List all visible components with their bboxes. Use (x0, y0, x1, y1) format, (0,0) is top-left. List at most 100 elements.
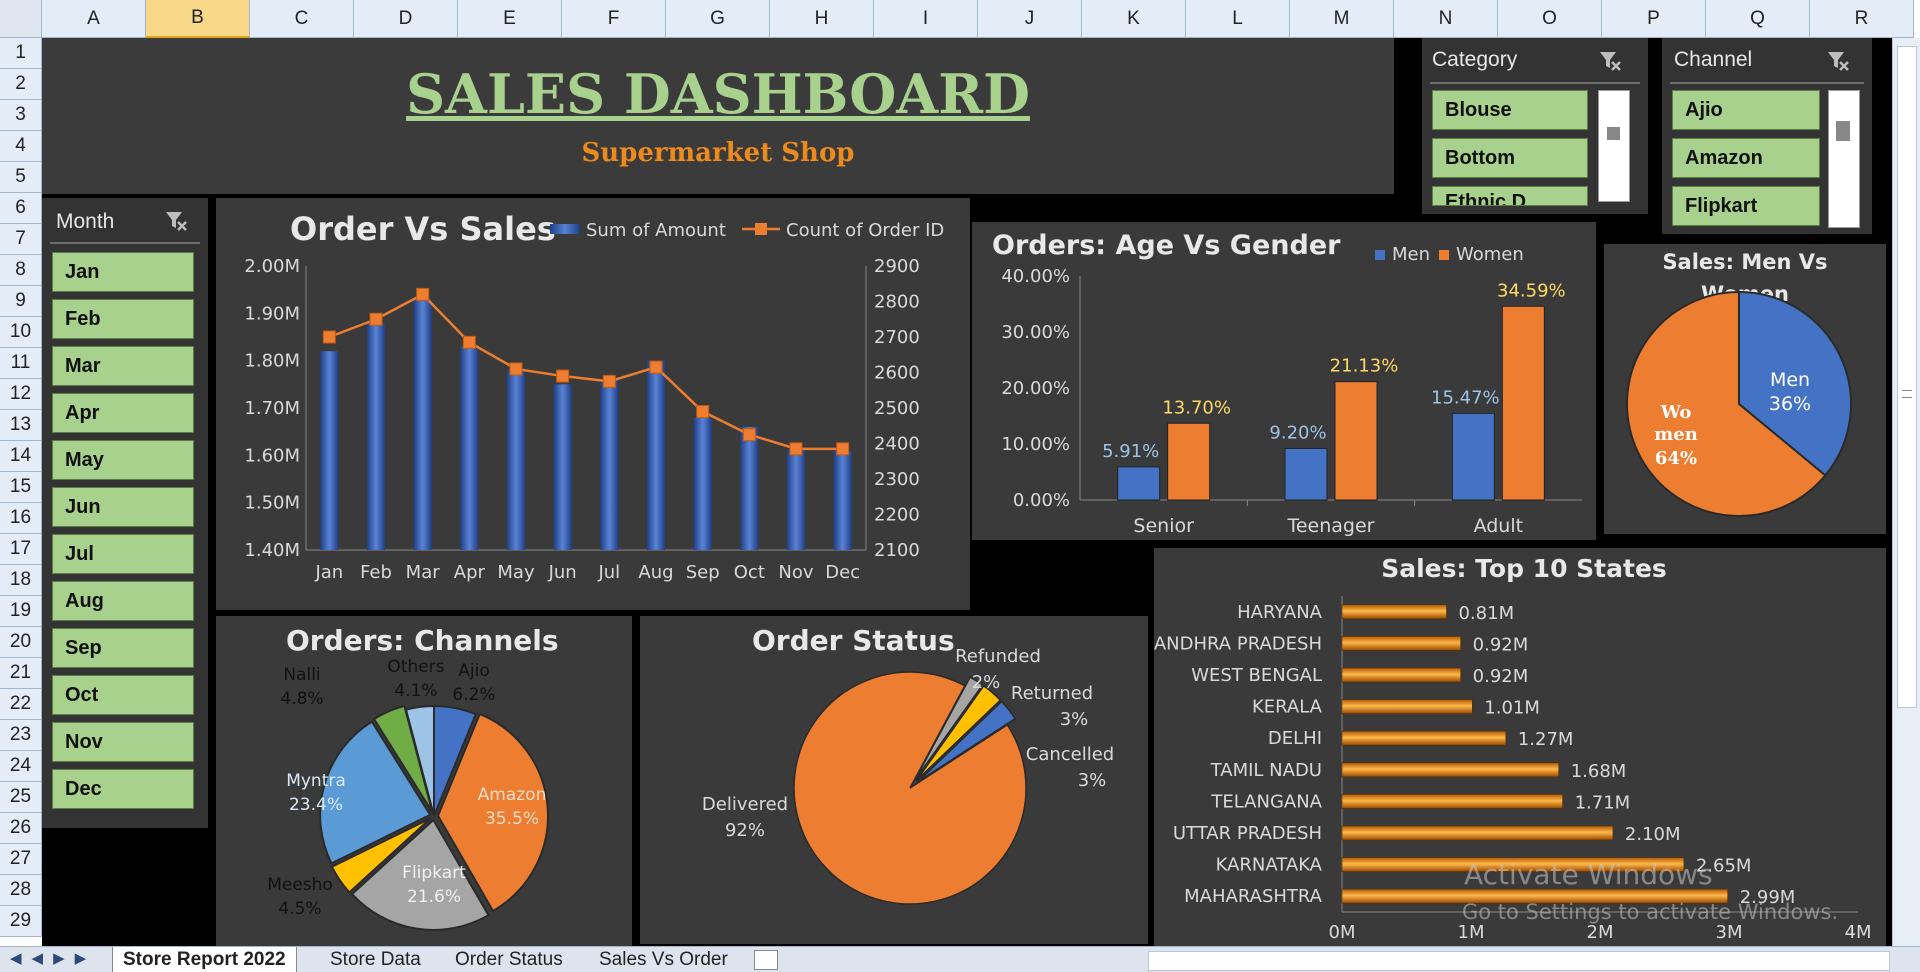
orders-channels-pie: Ajio 6.2% Amazon 35.5% Flipkart 21.6% Meesho 4.… (267, 657, 549, 931)
row-header[interactable]: 4 (0, 131, 42, 162)
row-header[interactable]: 13 (0, 410, 42, 441)
tab-sales-vs-order[interactable]: Sales Vs Order (589, 947, 738, 972)
tab-store-report-2022[interactable]: Store Report 2022 (112, 947, 297, 972)
column-header[interactable]: J (978, 0, 1082, 38)
column-header[interactable]: G (666, 0, 770, 38)
pie-label: Amazon (478, 785, 547, 805)
column-header[interactable]: H (770, 0, 874, 38)
slicer-item-may[interactable]: May (52, 440, 194, 480)
channel-slicer: Channel Ajio Amazon Flipkart (1662, 38, 1872, 234)
row-header[interactable]: 21 (0, 658, 42, 689)
x-tick-label: Aug (638, 562, 673, 583)
column-header[interactable]: C (250, 0, 354, 38)
tab-store-data[interactable]: Store Data (320, 947, 431, 972)
row-header[interactable]: 15 (0, 472, 42, 503)
pie-label: Ajio (458, 661, 489, 681)
select-all-corner[interactable] (0, 0, 42, 38)
row-header[interactable]: 19 (0, 596, 42, 627)
data-label: 2.10M (1625, 824, 1681, 845)
y2-tick-label: 2800 (874, 292, 920, 313)
column-header[interactable]: A (42, 0, 146, 38)
slicer-item-ethnic-dress[interactable]: Ethnic D (1432, 186, 1588, 206)
slicer-item-oct[interactable]: Oct (52, 675, 194, 715)
slicer-item-flipkart[interactable]: Flipkart (1672, 186, 1820, 226)
insert-sheet-icon[interactable] (754, 950, 778, 970)
row-header[interactable]: 18 (0, 565, 42, 596)
column-header[interactable]: D (354, 0, 458, 38)
clear-filter-icon[interactable] (164, 210, 188, 232)
slicer-item-mar[interactable]: Mar (52, 346, 194, 386)
slicer-scrollbar[interactable] (1598, 90, 1630, 202)
column-header[interactable]: N (1394, 0, 1498, 38)
row-header[interactable]: 7 (0, 224, 42, 255)
slicer-item-nov[interactable]: Nov (52, 722, 194, 762)
row-header[interactable]: 14 (0, 441, 42, 472)
horizontal-scrollbar[interactable] (1148, 951, 1890, 971)
column-header[interactable]: K (1082, 0, 1186, 38)
scroll-thumb[interactable] (1897, 46, 1917, 708)
data-label: 9.20% (1269, 422, 1326, 443)
pie-value: 2% (972, 672, 1001, 693)
legend-label: Count of Order ID (786, 220, 944, 241)
slicer-item-jun[interactable]: Jun (52, 487, 194, 527)
row-header[interactable]: 12 (0, 379, 42, 410)
row-header[interactable]: 23 (0, 720, 42, 751)
slicer-scrollbar[interactable] (1828, 90, 1860, 228)
row-header[interactable]: 9 (0, 286, 42, 317)
x-tick-label: 0M (1329, 922, 1356, 943)
slicer-item-jul[interactable]: Jul (52, 534, 194, 574)
men-vs-women-pie: Men36% Women 64% (1626, 290, 1852, 517)
row-header[interactable]: 5 (0, 162, 42, 193)
row-header[interactable]: 25 (0, 782, 42, 813)
tab-order-status[interactable]: Order Status (445, 947, 573, 972)
x-tick-label: Nov (778, 562, 813, 583)
column-header[interactable]: L (1186, 0, 1290, 38)
row-header[interactable]: 16 (0, 503, 42, 534)
slicer-item-jan[interactable]: Jan (52, 252, 194, 292)
row-header[interactable]: 1 (0, 38, 42, 69)
slicer-item-bottom[interactable]: Bottom (1432, 138, 1588, 178)
slicer-item-sep[interactable]: Sep (52, 628, 194, 668)
row-header[interactable]: 20 (0, 627, 42, 658)
column-header[interactable]: M (1290, 0, 1394, 38)
slicer-item-feb[interactable]: Feb (52, 299, 194, 339)
slicer-item-ajio[interactable]: Ajio (1672, 90, 1820, 130)
row-header[interactable]: 26 (0, 813, 42, 844)
column-header[interactable]: O (1498, 0, 1602, 38)
column-header[interactable]: Q (1706, 0, 1810, 38)
column-header[interactable]: R (1810, 0, 1914, 38)
y-tick-label: TELANGANA (1210, 791, 1322, 812)
bar-sum-of-amount (647, 360, 665, 550)
row-header[interactable]: 3 (0, 100, 42, 131)
row-header[interactable]: 10 (0, 317, 42, 348)
line-marker (789, 442, 803, 456)
row-header[interactable]: 11 (0, 348, 42, 379)
column-header[interactable]: I (874, 0, 978, 38)
tab-nav-arrows-icon[interactable]: ◀◀▶▶ (10, 949, 96, 967)
column-header[interactable]: E (458, 0, 562, 38)
slicer-item-amazon[interactable]: Amazon (1672, 138, 1820, 178)
slicer-item-blouse[interactable]: Blouse (1432, 90, 1588, 130)
slicer-item-apr[interactable]: Apr (52, 393, 194, 433)
column-header[interactable]: P (1602, 0, 1706, 38)
row-header[interactable]: 27 (0, 844, 42, 875)
row-header[interactable]: 17 (0, 534, 42, 565)
data-label: 21.13% (1330, 356, 1399, 377)
row-header[interactable]: 6 (0, 193, 42, 224)
column-header[interactable]: B (146, 0, 250, 38)
row-header[interactable]: 2 (0, 69, 42, 100)
bar-state (1341, 762, 1560, 778)
row-header[interactable]: 8 (0, 255, 42, 286)
slicer-item-dec[interactable]: Dec (52, 769, 194, 809)
row-header[interactable]: 29 (0, 906, 42, 937)
vertical-scrollbar[interactable] (1892, 38, 1920, 946)
column-header[interactable]: F (562, 0, 666, 38)
x-tick-label: Senior (1133, 515, 1194, 537)
clear-filter-icon[interactable] (1826, 50, 1850, 72)
row-header[interactable]: 28 (0, 875, 42, 906)
clear-filter-icon[interactable] (1598, 50, 1622, 72)
row-header[interactable]: 24 (0, 751, 42, 782)
slicer-item-aug[interactable]: Aug (52, 581, 194, 621)
pie-label: Meesho (267, 875, 333, 895)
row-header[interactable]: 22 (0, 689, 42, 720)
